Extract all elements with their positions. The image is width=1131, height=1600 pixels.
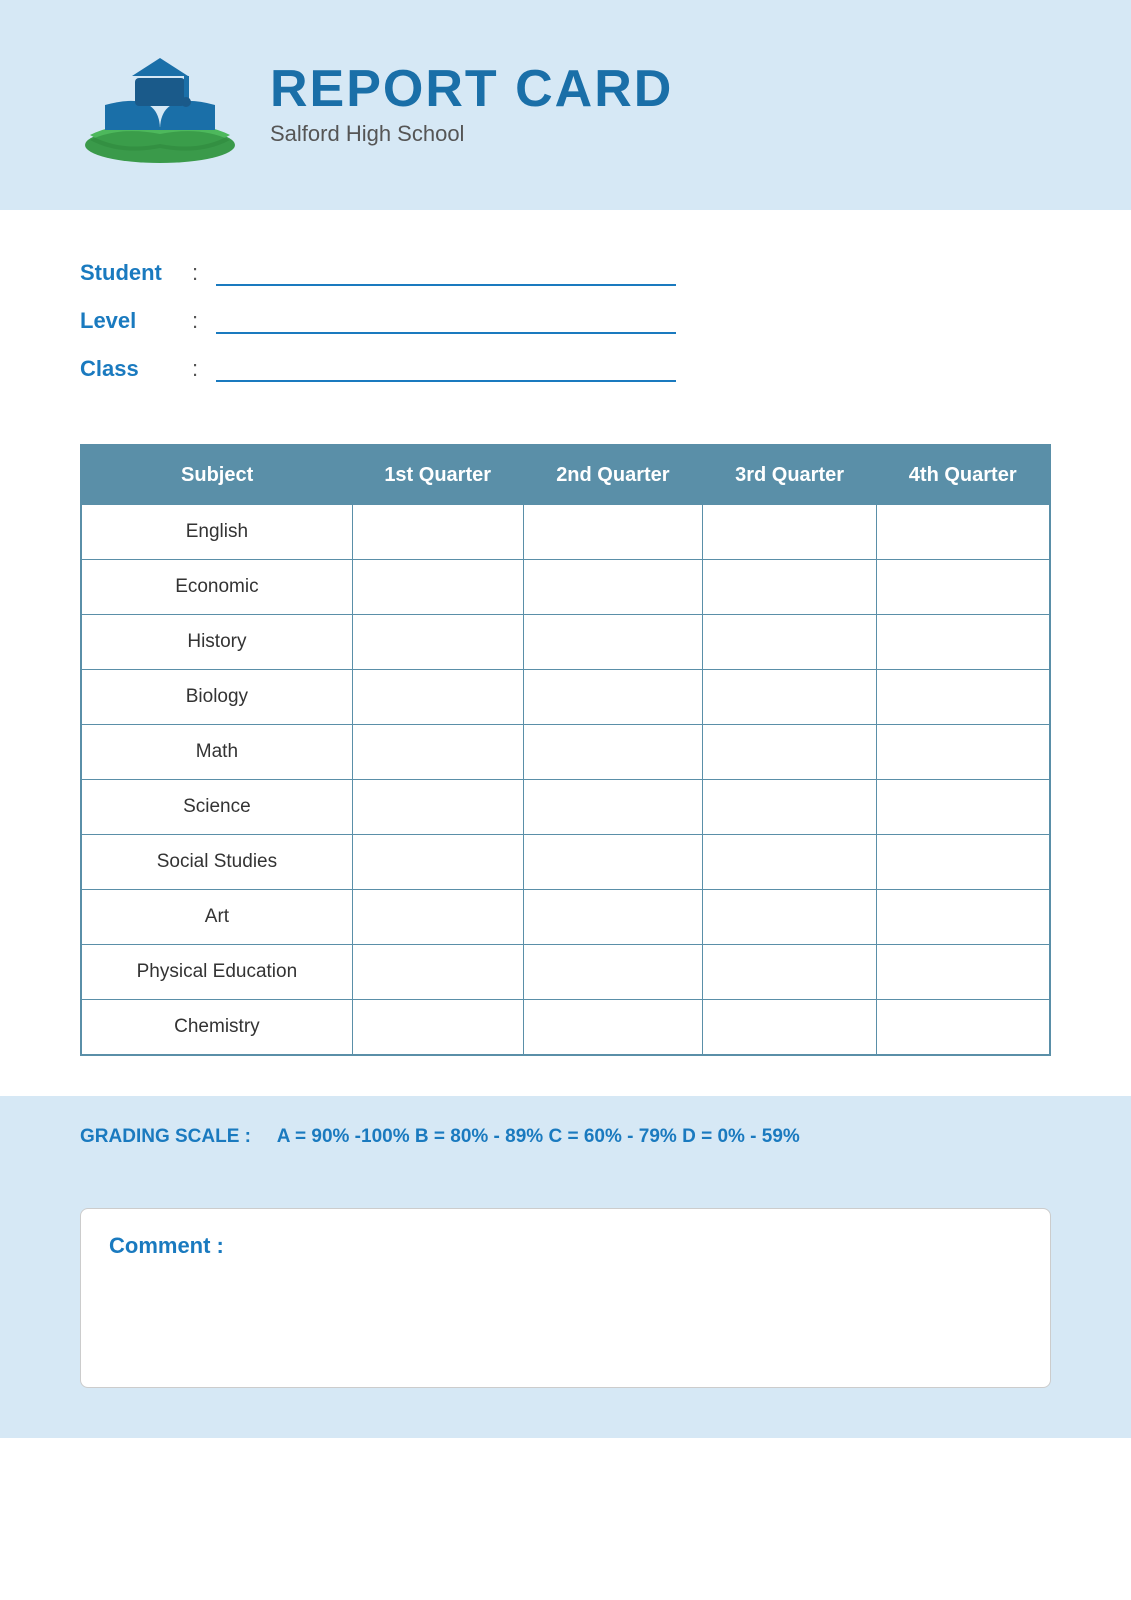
class-row: Class :: [80, 356, 1051, 382]
grading-section: GRADING SCALE : A = 90% -100% B = 80% - …: [0, 1096, 1131, 1178]
subject-cell: Math: [81, 725, 352, 780]
grading-values: A = 90% -100% B = 80% - 89% C = 60% - 79…: [277, 1126, 800, 1147]
class-label: Class: [80, 356, 180, 382]
q3-cell: [703, 615, 877, 670]
q2-cell: [523, 890, 703, 945]
table-row: Art: [81, 890, 1050, 945]
q2-cell: [523, 835, 703, 890]
subject-cell: Chemistry: [81, 1000, 352, 1056]
level-colon: :: [192, 308, 198, 334]
q1-cell: [352, 945, 523, 1000]
school-name: Salford High School: [270, 121, 673, 147]
table-row: Social Studies: [81, 835, 1050, 890]
q4-cell: [876, 670, 1050, 725]
q3-cell: [703, 505, 877, 560]
q2-cell: [523, 615, 703, 670]
q3-cell: [703, 945, 877, 1000]
q3-cell: [703, 670, 877, 725]
q1-cell: [352, 890, 523, 945]
table-row: Chemistry: [81, 1000, 1050, 1056]
q2-cell: [523, 560, 703, 615]
level-row: Level :: [80, 308, 1051, 334]
q4-cell: [876, 890, 1050, 945]
student-row: Student :: [80, 260, 1051, 286]
info-section: Student : Level : Class :: [0, 210, 1131, 434]
comment-box: Comment :: [80, 1208, 1051, 1388]
table-row: Economic: [81, 560, 1050, 615]
table-row: History: [81, 615, 1050, 670]
subject-cell: Physical Education: [81, 945, 352, 1000]
student-label: Student: [80, 260, 180, 286]
col-q1: 1st Quarter: [352, 445, 523, 505]
subject-cell: Social Studies: [81, 835, 352, 890]
grades-table: Subject 1st Quarter 2nd Quarter 3rd Quar…: [80, 444, 1051, 1056]
q1-cell: [352, 835, 523, 890]
col-q4: 4th Quarter: [876, 445, 1050, 505]
subject-cell: Science: [81, 780, 352, 835]
q3-cell: [703, 725, 877, 780]
header: REPORT CARD Salford High School: [0, 0, 1131, 210]
q4-cell: [876, 780, 1050, 835]
q1-cell: [352, 725, 523, 780]
subject-cell: Economic: [81, 560, 352, 615]
q3-cell: [703, 890, 877, 945]
student-colon: :: [192, 260, 198, 286]
q4-cell: [876, 615, 1050, 670]
report-card-title: REPORT CARD: [270, 63, 673, 115]
q1-cell: [352, 1000, 523, 1056]
q4-cell: [876, 725, 1050, 780]
table-row: Biology: [81, 670, 1050, 725]
q4-cell: [876, 560, 1050, 615]
q4-cell: [876, 835, 1050, 890]
table-row: English: [81, 505, 1050, 560]
comment-section: Comment :: [0, 1178, 1131, 1438]
school-logo: [80, 40, 240, 170]
q3-cell: [703, 780, 877, 835]
q2-cell: [523, 505, 703, 560]
subject-cell: Art: [81, 890, 352, 945]
table-header-row: Subject 1st Quarter 2nd Quarter 3rd Quar…: [81, 445, 1050, 505]
subject-cell: Biology: [81, 670, 352, 725]
q3-cell: [703, 1000, 877, 1056]
q1-cell: [352, 505, 523, 560]
subject-cell: English: [81, 505, 352, 560]
q1-cell: [352, 560, 523, 615]
class-line: [216, 380, 676, 382]
table-row: Math: [81, 725, 1050, 780]
q1-cell: [352, 670, 523, 725]
level-label: Level: [80, 308, 180, 334]
q2-cell: [523, 1000, 703, 1056]
q3-cell: [703, 835, 877, 890]
q2-cell: [523, 945, 703, 1000]
grading-label: GRADING SCALE : A = 90% -100% B = 80% - …: [80, 1126, 800, 1147]
level-line: [216, 332, 676, 334]
student-line: [216, 284, 676, 286]
grades-table-section: Subject 1st Quarter 2nd Quarter 3rd Quar…: [0, 434, 1131, 1086]
q2-cell: [523, 780, 703, 835]
table-row: Science: [81, 780, 1050, 835]
q2-cell: [523, 670, 703, 725]
subject-cell: History: [81, 615, 352, 670]
q1-cell: [352, 615, 523, 670]
class-colon: :: [192, 356, 198, 382]
col-q2: 2nd Quarter: [523, 445, 703, 505]
table-row: Physical Education: [81, 945, 1050, 1000]
q4-cell: [876, 1000, 1050, 1056]
q4-cell: [876, 505, 1050, 560]
q3-cell: [703, 560, 877, 615]
col-subject: Subject: [81, 445, 352, 505]
header-text: REPORT CARD Salford High School: [270, 63, 673, 147]
q2-cell: [523, 725, 703, 780]
q1-cell: [352, 780, 523, 835]
q4-cell: [876, 945, 1050, 1000]
comment-label: Comment :: [109, 1233, 1022, 1259]
col-q3: 3rd Quarter: [703, 445, 877, 505]
